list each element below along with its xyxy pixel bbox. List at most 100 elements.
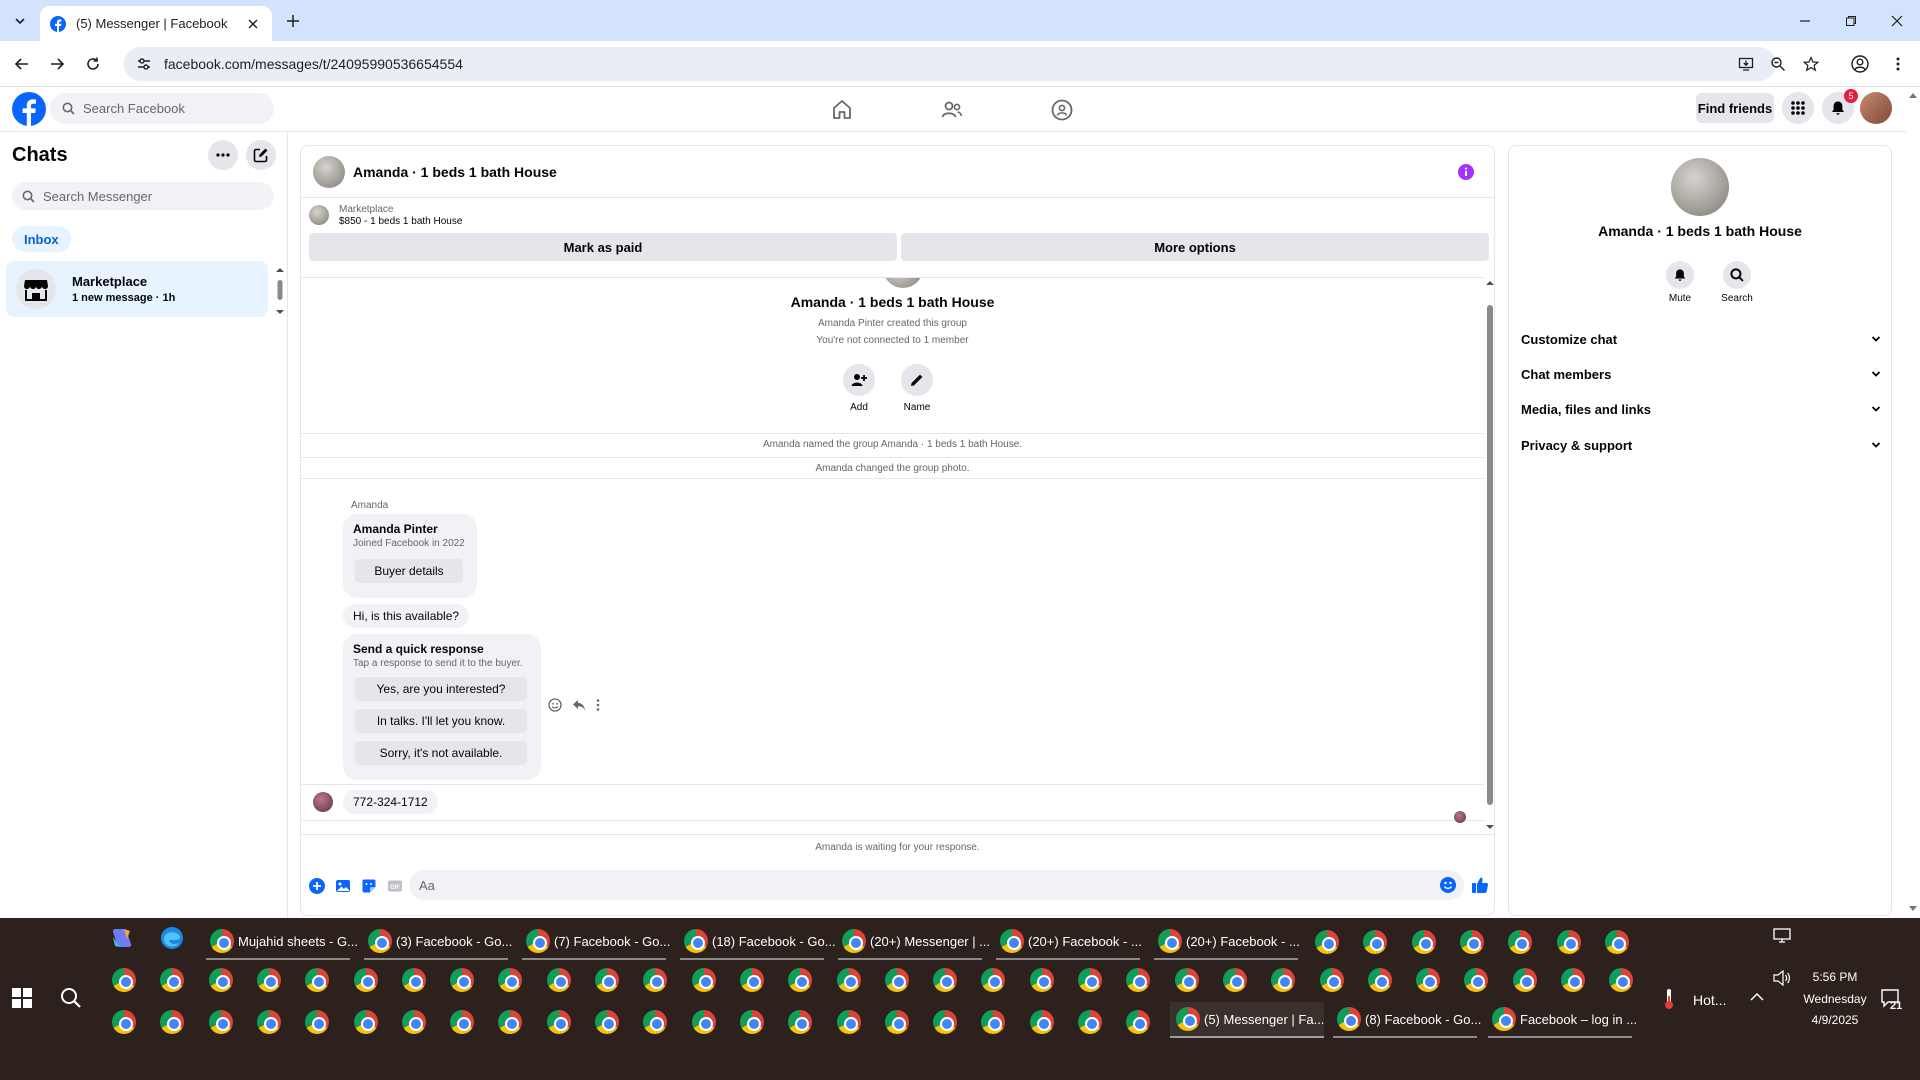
taskbar-chrome-window-icon[interactable] (1609, 968, 1634, 992)
taskbar-chrome-window-icon[interactable] (1315, 930, 1339, 954)
browser-menu-button[interactable] (1887, 53, 1909, 75)
taskbar-chrome-window-icon[interactable] (208, 1010, 233, 1034)
tab-search-button[interactable] (8, 9, 32, 33)
restore-button[interactable] (1840, 10, 1862, 32)
install-app-button[interactable] (1736, 54, 1756, 74)
taskbar-chrome-window-icon[interactable] (1508, 930, 1533, 954)
clock-date[interactable]: 4/9/2025 (1795, 1013, 1875, 1027)
name-group-action[interactable]: Name (897, 364, 937, 413)
account-avatar[interactable] (1860, 92, 1892, 124)
add-member-action[interactable]: Add (841, 364, 877, 413)
taskbar-chrome-window-icon[interactable] (160, 968, 185, 992)
section-chat-members[interactable]: Chat members (1521, 362, 1881, 386)
edge-icon[interactable] (160, 926, 184, 950)
menu-button[interactable] (1782, 92, 1814, 124)
facebook-search-input[interactable]: Search Facebook (50, 93, 274, 124)
like-button[interactable] (1471, 876, 1489, 894)
taskbar-chrome-window-icon[interactable] (112, 968, 136, 992)
emoji-button[interactable] (1440, 877, 1456, 893)
taskbar-chrome-window-icon[interactable] (305, 1010, 330, 1034)
taskbar-chrome-window-icon[interactable] (1363, 930, 1388, 954)
section-media-files-links[interactable]: Media, files and links (1521, 397, 1881, 421)
taskbar-chrome-window-icon[interactable] (498, 1010, 523, 1034)
taskbar-chrome-window-icon[interactable] (1604, 930, 1629, 954)
chat-info-avatar[interactable] (1671, 158, 1729, 216)
start-button[interactable] (12, 988, 32, 1008)
weather-icon[interactable] (1663, 988, 1675, 1010)
group-avatar[interactable] (313, 155, 345, 188)
taskbar-chrome-window-icon[interactable] (933, 1010, 958, 1034)
new-message-button[interactable] (246, 140, 276, 170)
taskbar-chrome-window-icon[interactable] (595, 968, 619, 992)
taskbar-chrome-window-icon[interactable] (933, 968, 958, 992)
taskbar-chrome-window-icon[interactable] (595, 1010, 619, 1034)
clock-day[interactable]: Wednesday (1795, 992, 1875, 1006)
taskbar-chrome-window-icon[interactable] (1561, 968, 1585, 992)
taskbar-app-facebook-login[interactable]: Facebook – log in ... (1488, 1002, 1637, 1038)
zoom-button[interactable] (1768, 54, 1788, 74)
taskbar-chrome-window-icon[interactable] (1319, 968, 1344, 992)
inbox-tab[interactable]: Inbox (12, 226, 71, 252)
section-customize-chat[interactable]: Customize chat (1521, 327, 1881, 351)
taskbar-chrome-window-icon[interactable] (739, 1010, 764, 1034)
message-bubble-phone[interactable]: 772-324-1712 (343, 790, 438, 814)
listing-title[interactable]: $850 - 1 beds 1 bath House (339, 216, 462, 227)
taskbar-chrome-window-icon[interactable] (450, 1010, 475, 1034)
taskbar-chrome-window-icon[interactable] (1126, 1010, 1151, 1034)
chat-item-marketplace[interactable]: Marketplace 1 new message · 1h (6, 261, 268, 317)
taskbar-chrome-window-icon[interactable] (401, 1010, 426, 1034)
taskbar-chrome-window-icon[interactable] (546, 1010, 571, 1034)
show-hidden-icons-button[interactable] (1750, 992, 1764, 1002)
taskbar-chrome-window-icon[interactable] (256, 968, 281, 992)
listing-thumbnail[interactable] (309, 205, 329, 225)
more-options-button[interactable]: More options (901, 233, 1489, 261)
tab-close-button[interactable] (244, 15, 262, 33)
desktop-display-icon[interactable] (1773, 928, 1791, 944)
forward-button[interactable] (44, 51, 70, 77)
taskbar-chrome-window-icon[interactable] (1271, 968, 1296, 992)
taskbar-chrome-window-icon[interactable] (788, 968, 813, 992)
taskbar-app-facebook-20b[interactable]: (20+) Facebook - ... (1154, 924, 1300, 960)
close-window-button[interactable] (1886, 10, 1908, 32)
taskbar-chrome-window-icon[interactable] (208, 968, 233, 992)
taskbar-chrome-window-icon[interactable] (691, 1010, 716, 1034)
sticker-button[interactable] (359, 876, 379, 896)
sender-avatar[interactable] (313, 792, 333, 812)
taskbar-app-facebook-3[interactable]: (3) Facebook - Go... (364, 924, 512, 960)
taskbar-chrome-window-icon[interactable] (1464, 968, 1489, 992)
taskbar-chrome-window-icon[interactable] (836, 1010, 861, 1034)
taskbar-chrome-window-icon[interactable] (1411, 930, 1436, 954)
nav-home[interactable] (830, 98, 854, 122)
buyer-details-button[interactable]: Buyer details (355, 559, 463, 583)
quick-response-option[interactable]: Sorry, it's not available. (355, 741, 527, 765)
taskbar-app-facebook-18[interactable]: (18) Facebook - Go... (680, 924, 836, 960)
message-input[interactable]: Aa (409, 870, 1464, 900)
taskbar-chrome-window-icon[interactable] (353, 1010, 378, 1034)
bookmark-button[interactable] (1801, 54, 1821, 74)
minimize-button[interactable] (1794, 10, 1816, 32)
volume-icon[interactable] (1773, 970, 1791, 986)
conversation-title[interactable]: Amanda · 1 beds 1 bath House (353, 164, 557, 180)
copilot-icon[interactable] (110, 926, 134, 950)
taskbar-app-facebook-7[interactable]: (7) Facebook - Go... (522, 924, 670, 960)
taskbar-chrome-window-icon[interactable] (884, 1010, 909, 1034)
taskbar-chrome-window-icon[interactable] (256, 1010, 281, 1034)
taskbar-chrome-window-icon[interactable] (401, 968, 426, 992)
taskbar-app-messenger-20[interactable]: (20+) Messenger | ... (838, 924, 990, 960)
more-vertical-icon[interactable] (596, 698, 600, 712)
message-bubble-available[interactable]: Hi, is this available? (343, 604, 470, 628)
taskbar-chrome-window-icon[interactable] (1078, 968, 1102, 992)
mute-action[interactable]: Mute (1665, 261, 1695, 304)
chat-list-scrollbar[interactable] (275, 265, 285, 317)
taskbar-chrome-window-icon[interactable] (1416, 968, 1441, 992)
taskbar-chrome-window-icon[interactable] (160, 1010, 185, 1034)
taskbar-chrome-window-icon[interactable] (546, 968, 571, 992)
nav-friends[interactable] (940, 98, 964, 122)
taskbar-chrome-window-icon[interactable] (1512, 968, 1537, 992)
quick-response-option[interactable]: In talks. I'll let you know. (355, 709, 527, 733)
taskbar-app-facebook-8[interactable]: (8) Facebook - Go... (1333, 1002, 1481, 1038)
messenger-search-input[interactable]: Search Messenger (12, 182, 274, 210)
taskbar-chrome-window-icon[interactable] (643, 1010, 668, 1034)
taskbar-chrome-window-icon[interactable] (1078, 1010, 1102, 1034)
taskbar-app-sheets[interactable]: Mujahid sheets - G... (206, 924, 358, 960)
